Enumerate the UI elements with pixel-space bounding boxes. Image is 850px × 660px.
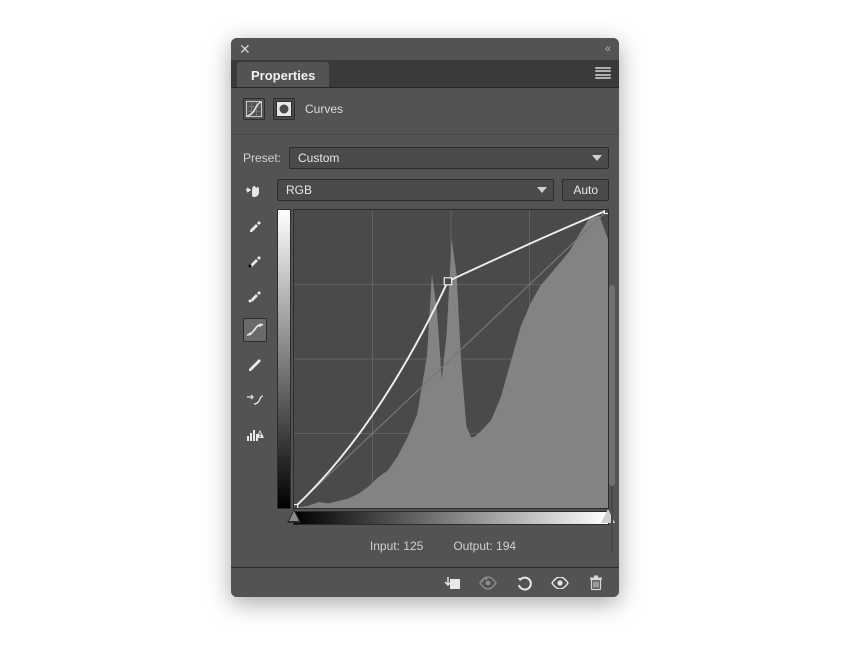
collapse-icon[interactable]: «: [605, 43, 611, 55]
curves-chart[interactable]: [293, 209, 609, 509]
reset-icon[interactable]: [513, 572, 535, 594]
on-image-adjust-icon[interactable]: [243, 179, 265, 201]
input-gradient-strip[interactable]: [293, 511, 609, 525]
view-previous-icon: [477, 572, 499, 594]
histogram-warning-icon[interactable]: [243, 423, 267, 447]
properties-panel: ✕ « Properties Curves: [231, 38, 619, 597]
output-readout: Output: 194: [453, 539, 516, 553]
eyedropper-icon[interactable]: [243, 213, 267, 237]
auto-button[interactable]: Auto: [562, 179, 609, 201]
channel-select[interactable]: RGB: [277, 179, 554, 201]
eyedropper-black-icon[interactable]: [243, 248, 267, 272]
panel-footer: [231, 567, 619, 597]
curve-point-icon[interactable]: [243, 318, 267, 342]
scrollbar-thumb[interactable]: [609, 285, 615, 486]
scrollbar[interactable]: [609, 285, 615, 553]
output-gradient-strip: [277, 209, 291, 509]
tab-row: Properties: [231, 60, 619, 88]
eyedropper-white-icon[interactable]: [243, 283, 267, 307]
panel-menu-icon[interactable]: [595, 66, 611, 80]
preset-row: Preset: Custom: [243, 147, 609, 169]
channel-row: RGB Auto: [243, 179, 609, 201]
trash-icon[interactable]: [585, 572, 607, 594]
black-point-slider[interactable]: [287, 509, 301, 523]
close-icon[interactable]: ✕: [239, 42, 251, 56]
smooth-icon[interactable]: [243, 388, 267, 412]
visibility-icon[interactable]: [549, 572, 571, 594]
tab-properties[interactable]: Properties: [237, 62, 329, 87]
curves-adjustment-icon[interactable]: [243, 98, 265, 120]
input-readout: Input: 125: [370, 539, 423, 553]
titlebar: ✕ «: [231, 38, 619, 60]
preset-label: Preset:: [243, 151, 281, 165]
adjustment-name: Curves: [305, 102, 343, 116]
tool-column: [243, 209, 267, 557]
adjustment-row: Curves: [231, 88, 619, 135]
layer-mask-icon[interactable]: [273, 98, 295, 120]
clip-to-layer-icon[interactable]: [441, 572, 463, 594]
preset-select[interactable]: Custom: [289, 147, 609, 169]
io-readout: Input: 125 Output: 194: [277, 539, 609, 553]
panel-body: Preset: Custom RGB Auto: [231, 135, 619, 567]
pencil-icon[interactable]: [243, 353, 267, 377]
